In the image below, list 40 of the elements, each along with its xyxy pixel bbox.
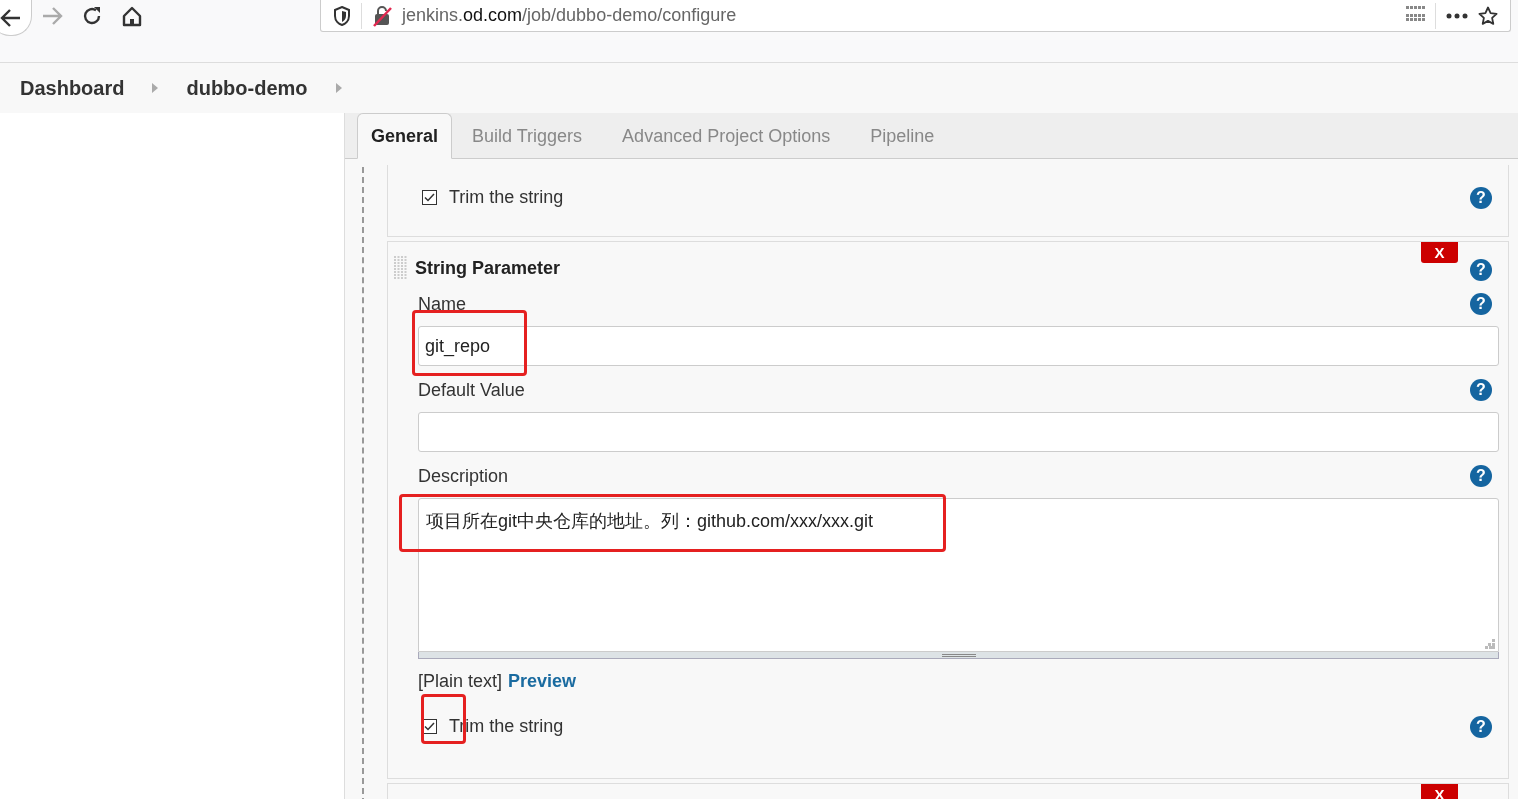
description-textarea[interactable]: 项目所在git中央仓库的地址。列：github.com/xxx/xxx.git — [418, 498, 1499, 652]
forward-arrow-icon — [41, 6, 63, 26]
help-icon[interactable]: ? — [1470, 379, 1492, 401]
tab[interactable]: General — [357, 113, 453, 159]
format-label: [Plain text] — [418, 671, 503, 692]
resize-handle[interactable] — [418, 652, 1499, 659]
back-button[interactable] — [0, 0, 32, 36]
breadcrumb-link[interactable]: dubbo-demo — [186, 76, 308, 100]
caret-icon — [335, 83, 342, 93]
url-text: jenkins.od.com/job/dubbo-demo/configure — [402, 5, 738, 26]
star-icon[interactable] — [1478, 5, 1498, 26]
text-field[interactable] — [418, 412, 1499, 452]
field-label: Name — [418, 293, 466, 315]
field-label: Description — [418, 465, 509, 487]
help-icon[interactable]: ? — [1470, 293, 1492, 315]
text-field[interactable]: git_repo — [418, 326, 1499, 366]
help-icon[interactable]: ? — [1470, 187, 1492, 209]
reload-icon — [81, 5, 103, 27]
checkbox-label: Trim the string — [449, 187, 564, 208]
preview-link[interactable]: Preview — [508, 671, 577, 692]
tab[interactable]: Build Triggers — [452, 113, 603, 159]
breadcrumb-link[interactable]: Dashboard — [20, 76, 125, 100]
shield-icon — [333, 5, 351, 26]
more-icon[interactable] — [1446, 12, 1468, 19]
check-icon — [424, 193, 435, 202]
help-icon[interactable]: ? — [1470, 259, 1492, 281]
field-label: Default Value — [418, 379, 525, 401]
check-icon — [424, 722, 435, 731]
drag-handle-icon — [394, 256, 408, 280]
caret-icon — [152, 83, 159, 93]
back-arrow-icon — [0, 7, 22, 28]
section-title: String Parameter — [415, 257, 561, 279]
help-icon[interactable]: ? — [1470, 465, 1492, 487]
checkbox[interactable] — [422, 190, 437, 205]
home-icon — [121, 5, 143, 27]
insecure-lock-icon — [372, 4, 392, 27]
address-bar[interactable]: jenkins.od.com/job/dubbo-demo/configure — [320, 0, 1511, 32]
help-icon[interactable]: ? — [1470, 715, 1492, 738]
delete-button[interactable]: X — [1421, 242, 1458, 263]
resize-grip-icon — [1485, 639, 1495, 649]
